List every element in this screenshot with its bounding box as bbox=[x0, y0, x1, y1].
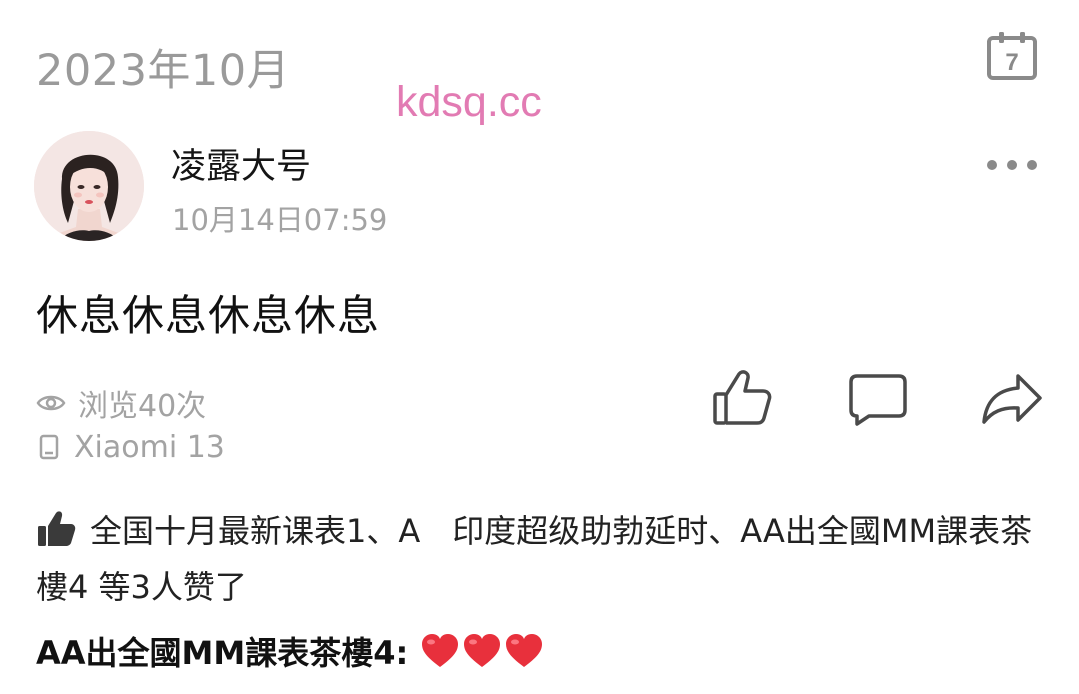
phone-icon bbox=[36, 433, 62, 461]
comment-icon bbox=[847, 370, 909, 430]
eye-icon bbox=[36, 392, 66, 414]
thumbs-up-icon bbox=[711, 368, 773, 432]
likes-summary: 全国十月最新课表1、A 印度超级助勃延时、AA出全國MM課表茶樓4 等3人赞了 bbox=[36, 506, 1046, 612]
heart-icon bbox=[464, 634, 501, 667]
comment-author[interactable]: AA出全國MM課表茶樓4: bbox=[36, 628, 408, 674]
author-name[interactable]: 凌露大号 bbox=[171, 138, 311, 189]
likes-text: 全国十月最新课表1、A 印度超级助勃延时、AA出全國MM課表茶樓4 等3人赞了 bbox=[36, 512, 1033, 606]
views-row: 浏览40次 bbox=[36, 385, 206, 424]
post-time: 10月14日07:59 bbox=[172, 203, 388, 237]
device-name: Xiaomi 13 bbox=[74, 429, 225, 465]
calendar-icon[interactable]: 7 bbox=[985, 30, 1039, 82]
heart-icon bbox=[422, 634, 459, 667]
comment-hearts bbox=[420, 633, 544, 669]
heart-icon bbox=[506, 634, 543, 667]
share-icon bbox=[980, 370, 1044, 430]
avatar[interactable] bbox=[34, 131, 144, 241]
comment-button[interactable] bbox=[846, 368, 910, 432]
calendar-day: 7 bbox=[1005, 49, 1018, 76]
device-row: Xiaomi 13 bbox=[36, 429, 225, 465]
thumbs-up-filled-icon bbox=[36, 510, 76, 562]
comment-line: AA出全國MM課表茶樓4: bbox=[36, 628, 544, 674]
month-title: 2023年10月 bbox=[36, 46, 291, 96]
post-text: 休息休息休息休息 bbox=[36, 291, 381, 340]
views-count: 浏览40次 bbox=[78, 389, 207, 424]
watermark-text: kdsq.cc bbox=[396, 78, 542, 126]
like-button[interactable] bbox=[710, 368, 774, 432]
share-button[interactable] bbox=[980, 368, 1044, 432]
more-dots-icon[interactable] bbox=[982, 150, 1042, 180]
